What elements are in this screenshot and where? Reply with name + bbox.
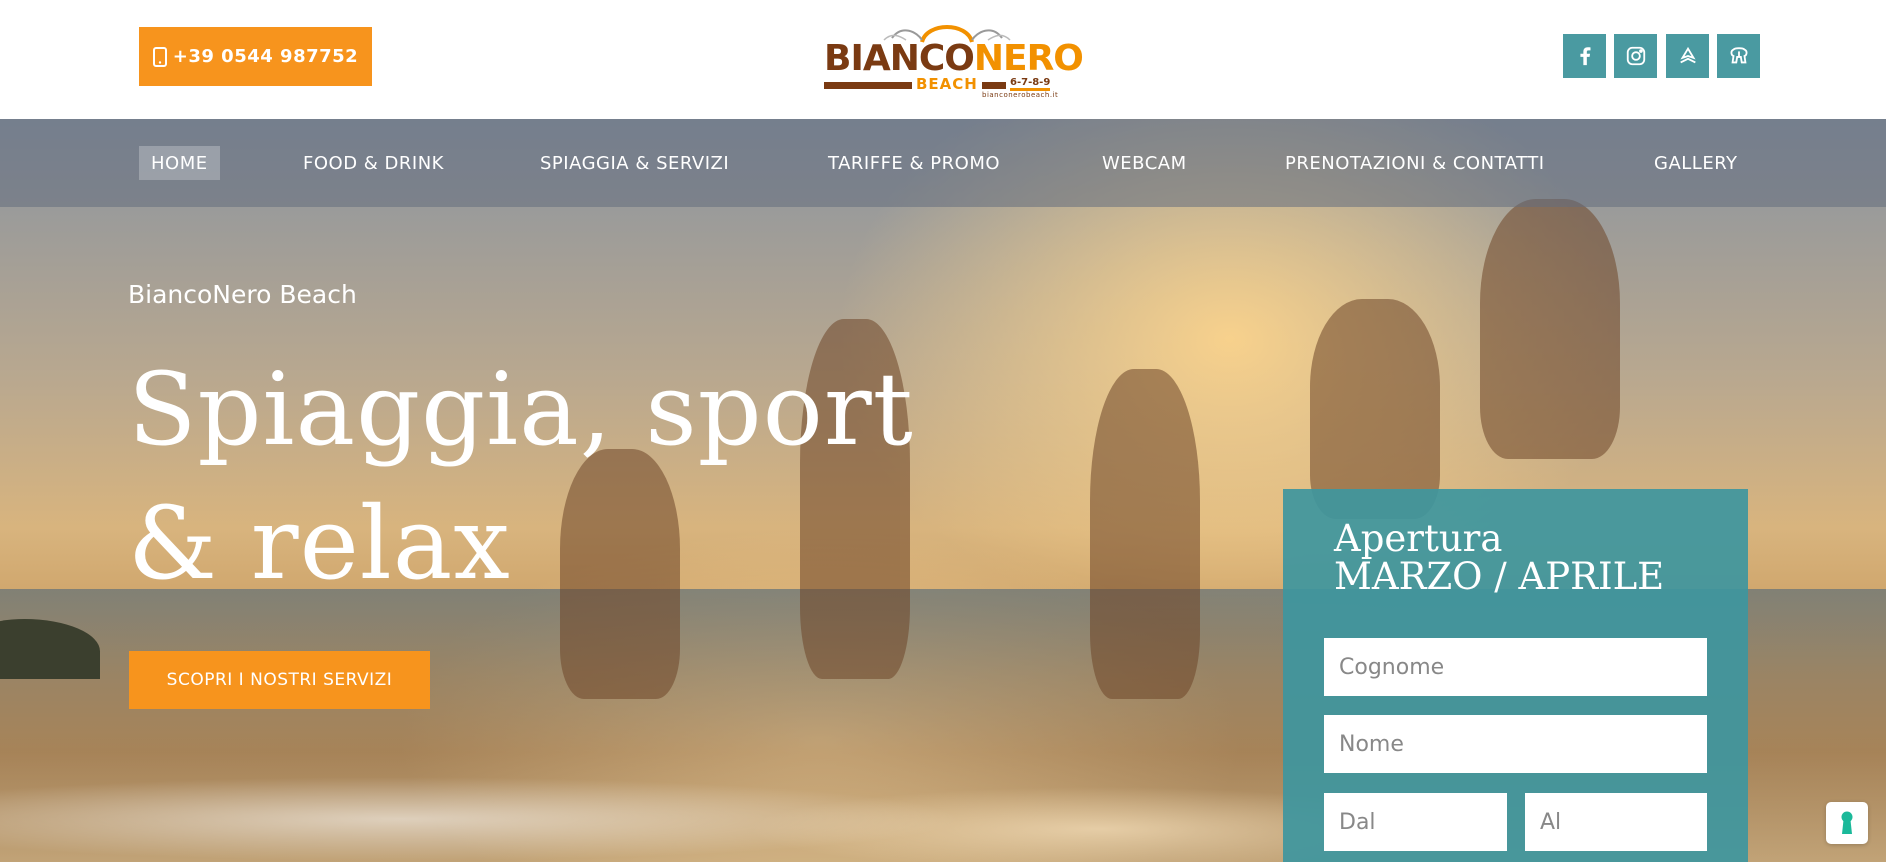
to-date-wrapper [1525, 793, 1707, 851]
map-icon [1730, 47, 1747, 64]
logo-url: bianconerobeach.it [982, 91, 1059, 99]
nav-item-home[interactable]: HOME [139, 146, 220, 180]
nav-item-food-drink[interactable]: FOOD & DRINK [303, 146, 444, 180]
from-date-field[interactable] [1339, 793, 1507, 851]
keyhole-icon [1841, 811, 1853, 834]
hero-figure [1310, 299, 1440, 519]
hero-figure [1480, 199, 1620, 459]
phone-button[interactable]: +39 0544 987752 [139, 27, 372, 86]
facebook-link[interactable] [1563, 34, 1606, 78]
discover-services-button[interactable]: SCOPRI I NOSTRI SERVIZI [129, 651, 430, 709]
instagram-link[interactable] [1614, 34, 1657, 78]
instagram-icon [1626, 46, 1645, 66]
facebook-icon [1579, 47, 1590, 66]
hero-headline: Spiaggia, sport & relax [128, 351, 914, 602]
hero-section: HOME FOOD & DRINK SPIAGGIA & SERVIZI TAR… [0, 119, 1886, 862]
tripadvisor-icon [1679, 46, 1696, 64]
site-logo[interactable]: BIANCONERO BEACH 6-7-8-9 bianconerobeach… [822, 14, 1084, 100]
hero-figure [1090, 369, 1200, 699]
cookie-settings-button[interactable] [1826, 802, 1868, 844]
nav-item-spiaggia-servizi[interactable]: SPIAGGIA & SERVIZI [540, 146, 729, 180]
site-header: +39 0544 987752 BIANCONERO BEACH 6-7-8-9… [0, 0, 1886, 119]
tripadvisor-link[interactable] [1666, 34, 1709, 78]
to-date-field[interactable] [1540, 793, 1707, 851]
booking-form: Apertura MARZO / APRILE [1283, 489, 1748, 862]
logo-beach-row: BEACH 6-7-8-9 [824, 75, 1074, 93]
surname-field[interactable] [1339, 638, 1707, 696]
booking-title: Apertura MARZO / APRILE [1334, 517, 1665, 598]
nav-item-webcam[interactable]: WEBCAM [1102, 146, 1187, 180]
map-link[interactable] [1717, 34, 1760, 78]
nav-item-prenotazioni-contatti[interactable]: PRENOTAZIONI & CONTATTI [1285, 146, 1545, 180]
from-date-wrapper [1324, 793, 1507, 851]
hero-eyebrow: BiancoNero Beach [128, 280, 357, 309]
phone-icon [152, 46, 167, 67]
phone-number: +39 0544 987752 [172, 46, 359, 67]
surname-field-wrapper [1324, 638, 1707, 696]
name-field-wrapper [1324, 715, 1707, 773]
nav-item-gallery[interactable]: GALLERY [1654, 146, 1738, 180]
name-field[interactable] [1339, 715, 1707, 773]
logo-wordmark: BIANCONERO [824, 38, 1084, 79]
nav-item-tariffe-promo[interactable]: TARIFFE & PROMO [828, 146, 1000, 180]
main-nav: HOME FOOD & DRINK SPIAGGIA & SERVIZI TAR… [0, 119, 1886, 207]
